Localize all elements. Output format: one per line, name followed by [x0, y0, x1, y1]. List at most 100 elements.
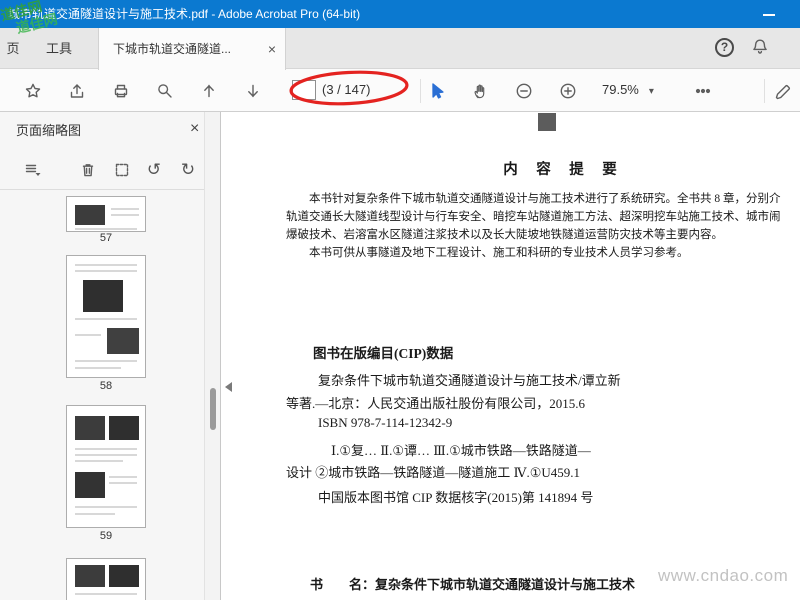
thumbnail-text-line	[75, 318, 137, 320]
thumbnail-text-line	[109, 482, 137, 484]
thumbnail-text-line	[111, 214, 139, 216]
cip-line: ISBN 978-7-114-12342-9	[318, 415, 453, 430]
minimize-button[interactable]	[752, 0, 786, 28]
share-icon	[70, 84, 84, 98]
arrow-down-icon	[248, 84, 258, 98]
thumbnail-text-line	[75, 454, 137, 456]
favorites-button[interactable]	[22, 80, 44, 102]
document-pane: 内 容 提 要 本书针对复杂条件下城市轨道交通隧道设计与施工技术进行了系统研究。…	[221, 112, 800, 600]
minus-circle-icon	[516, 83, 532, 99]
more-tools-button[interactable]	[692, 80, 714, 102]
rotate-left-button[interactable]: ↺	[142, 159, 166, 181]
page-indicator: (3 / 147)	[322, 82, 371, 97]
thumbnail-text-line	[75, 367, 121, 369]
toolbar-separator	[420, 79, 421, 103]
fill-sign-button[interactable]	[772, 80, 794, 102]
tab-document[interactable]: 下城市轨道交通隧道... ×	[98, 28, 286, 70]
tab-home[interactable]: 页	[0, 28, 26, 69]
thumbnail-page-57[interactable]	[66, 196, 146, 232]
pdf-page: 内 容 提 要 本书针对复杂条件下城市轨道交通隧道设计与施工技术进行了系统研究。…	[221, 112, 800, 600]
chevron-left-icon	[225, 382, 232, 392]
thumbnail-text-line	[75, 270, 137, 272]
dashed-box-icon	[115, 163, 129, 177]
delete-page-button[interactable]	[76, 159, 100, 181]
thumbnail-photo	[75, 205, 105, 225]
rotate-right-button[interactable]: ↻	[176, 159, 200, 181]
trash-icon	[82, 164, 94, 177]
thumbnail-text-line	[75, 264, 137, 266]
panel-scrollbar[interactable]	[204, 112, 220, 600]
print-button[interactable]	[110, 80, 132, 102]
page-heading: 内 容 提 要	[503, 162, 619, 178]
star-icon	[25, 83, 41, 98]
thumbnail-text-line	[111, 208, 139, 210]
search-button[interactable]	[154, 80, 176, 102]
thumbnail-text-line	[75, 460, 123, 462]
thumbnail-text-line	[75, 360, 137, 362]
hand-tool-button[interactable]	[470, 80, 492, 102]
share-button[interactable]	[66, 80, 88, 102]
extract-pages-button[interactable]	[110, 159, 134, 181]
thumbnail-options-button[interactable]	[18, 159, 48, 181]
close-panel-icon[interactable]: ×	[190, 120, 199, 138]
panel-scrollbar-thumb[interactable]	[210, 388, 216, 430]
cip-line: 中国版本图书馆 CIP 数据核字(2015)第 141894 号	[318, 490, 594, 505]
thumbnail-page-60[interactable]	[66, 558, 146, 600]
thumbnail-text-line	[75, 593, 137, 595]
select-tool-button[interactable]	[426, 80, 448, 102]
page-text-line: 轨道交通长大隧道线型设计与行车安全、暗挖车站隧道施工方法、超深明挖车站施工技术、…	[286, 211, 781, 223]
thumbnail-photo	[83, 280, 123, 312]
rotate-cw-icon: ↻	[180, 160, 196, 179]
window-title: 城市轨道交通隧道设计与施工技术.pdf - Adobe Acrobat Pro …	[8, 7, 361, 21]
acrobat-window: 城市轨道交通隧道设计与施工技术.pdf - Adobe Acrobat Pro …	[0, 0, 800, 600]
pen-icon	[775, 85, 790, 100]
thumbnail-photo	[75, 565, 105, 587]
tab-bar: 页 工具 下城市轨道交通隧道... ×	[0, 28, 800, 70]
chevron-down-icon: ▾	[648, 86, 654, 97]
page-footer-line: 书 名：复杂条件下城市轨道交通隧道设计与施工技术	[310, 577, 636, 592]
thumbnail-text-line	[109, 476, 137, 478]
page-text-line: 爆破技术、岩溶富水区隧道注浆技术以及长大陡坡地铁隧道运营防灾技术等主要内容。	[286, 229, 723, 241]
printer-icon	[114, 84, 128, 98]
zoom-level-dropdown[interactable]: 79.5% ▾	[602, 82, 654, 97]
thumbnail-photo	[75, 472, 105, 498]
thumbnail-text-line	[75, 334, 101, 336]
page-text-line: 本书针对复杂条件下城市轨道交通隧道设计与施工技术进行了系统研究。全书共 8 章，…	[309, 193, 781, 205]
ellipsis-icon	[695, 88, 711, 94]
page-text-line: 本书可供从事隧道及地下工程设计、施工和科研的专业技术人员学习参考。	[309, 247, 689, 259]
thumbnail-text-line	[75, 448, 137, 450]
panel-toolbar: ↺ ↻	[0, 150, 204, 190]
arrow-up-icon	[204, 84, 214, 98]
page-number-input[interactable]	[292, 80, 316, 100]
tab-tools[interactable]: 工具	[26, 28, 92, 69]
next-page-button[interactable]	[242, 80, 264, 102]
options-list-icon	[25, 164, 41, 176]
close-tab-icon[interactable]: ×	[268, 28, 276, 70]
toolbar-separator	[764, 79, 765, 103]
thumbnail-page-59[interactable]	[66, 405, 146, 528]
minimize-icon	[763, 14, 775, 16]
cip-line: Ⅰ.①复… Ⅱ.①谭… Ⅲ.①城市铁路—铁路隧道—	[331, 443, 591, 458]
thumbnail-page-58[interactable]	[66, 255, 146, 378]
thumbnail-text-line	[75, 506, 137, 508]
cip-line: 等著.—北京：人民交通出版社股份有限公司，2015.6	[286, 396, 586, 411]
thumbnail-page-label: 57	[99, 232, 113, 244]
bell-icon	[753, 39, 767, 54]
collapse-panel-button[interactable]	[221, 370, 236, 404]
thumbnail-text-line	[75, 228, 137, 230]
main-toolbar: (3 / 147) 79.5% ▾	[0, 69, 800, 112]
page-thumbnails-panel: 页面缩略图 × ↺ ↻ 57 58 59	[0, 112, 221, 600]
title-bar: 城市轨道交通隧道设计与施工技术.pdf - Adobe Acrobat Pro …	[0, 0, 800, 28]
thumbnail-page-label: 58	[99, 380, 113, 392]
help-button[interactable]: ?	[715, 38, 734, 57]
notifications-button[interactable]	[750, 37, 770, 57]
cursor-arrow-icon	[432, 83, 444, 99]
hand-icon	[474, 84, 485, 99]
thumbnail-photo	[109, 565, 139, 587]
magnifier-icon	[158, 84, 172, 98]
zoom-in-button[interactable]	[557, 80, 579, 102]
thumbnail-page-label: 59	[99, 530, 113, 542]
previous-page-button[interactable]	[198, 80, 220, 102]
cip-heading: 图书在版编目(CIP)数据	[313, 346, 454, 361]
zoom-out-button[interactable]	[513, 80, 535, 102]
